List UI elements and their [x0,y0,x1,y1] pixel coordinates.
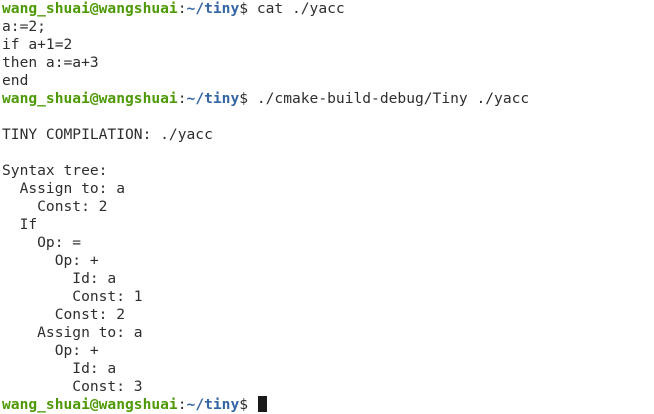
output-line: Assign to: a [2,180,126,197]
output-line: then a:=a+3 [2,54,99,71]
output-line: Const: 2 [2,306,126,323]
prompt-line: wang_shuai@wangshuai:~/tiny$ cat ./yacc [2,0,654,18]
output-line: a:=2; [2,18,46,35]
output-line: Id: a [2,360,117,377]
prompt-user-host: wang_shuai@wangshuai [2,396,178,413]
prompt-separator: : [177,0,187,17]
command-text: ./cmake-build-debug/Tiny ./yacc [248,90,530,107]
prompt-symbol: $ [239,90,249,107]
prompt-symbol: $ [239,0,249,17]
output-line: end [2,72,29,89]
prompt-symbol: $ [239,396,249,413]
output-line: If [2,216,38,233]
command-text: cat ./yacc [248,0,345,17]
output-line: Syntax tree: [2,162,108,179]
prompt-separator: : [177,396,187,413]
output-line: Assign to: a [2,324,143,341]
prompt-path: ~/tiny [186,396,240,413]
prompt-line: wang_shuai@wangshuai:~/tiny$ ./cmake-bui… [2,90,654,108]
output-line: Const: 2 [2,198,108,215]
terminal-window[interactable]: wang_shuai@wangshuai:~/tiny$ cat ./yacc a… [0,0,654,414]
output-line: Const: 1 [2,288,143,305]
prompt-path: ~/tiny [186,90,240,107]
output-line: Id: a [2,270,117,287]
output-line: Op: + [2,342,99,359]
prompt-separator: : [177,90,187,107]
prompt-user-host: wang_shuai@wangshuai [2,90,178,107]
output-line: Op: = [2,234,82,251]
prompt-user-host: wang_shuai@wangshuai [2,0,178,17]
output-line: if a+1=2 [2,36,73,53]
output-line: Const: 3 [2,378,143,395]
output-line: Op: + [2,252,99,269]
prompt-line: wang_shuai@wangshuai:~/tiny$ [2,396,654,414]
prompt-path: ~/tiny [186,0,240,17]
command-text [248,396,257,413]
text-cursor [257,396,267,412]
output-line: TINY COMPILATION: ./yacc [2,126,213,143]
